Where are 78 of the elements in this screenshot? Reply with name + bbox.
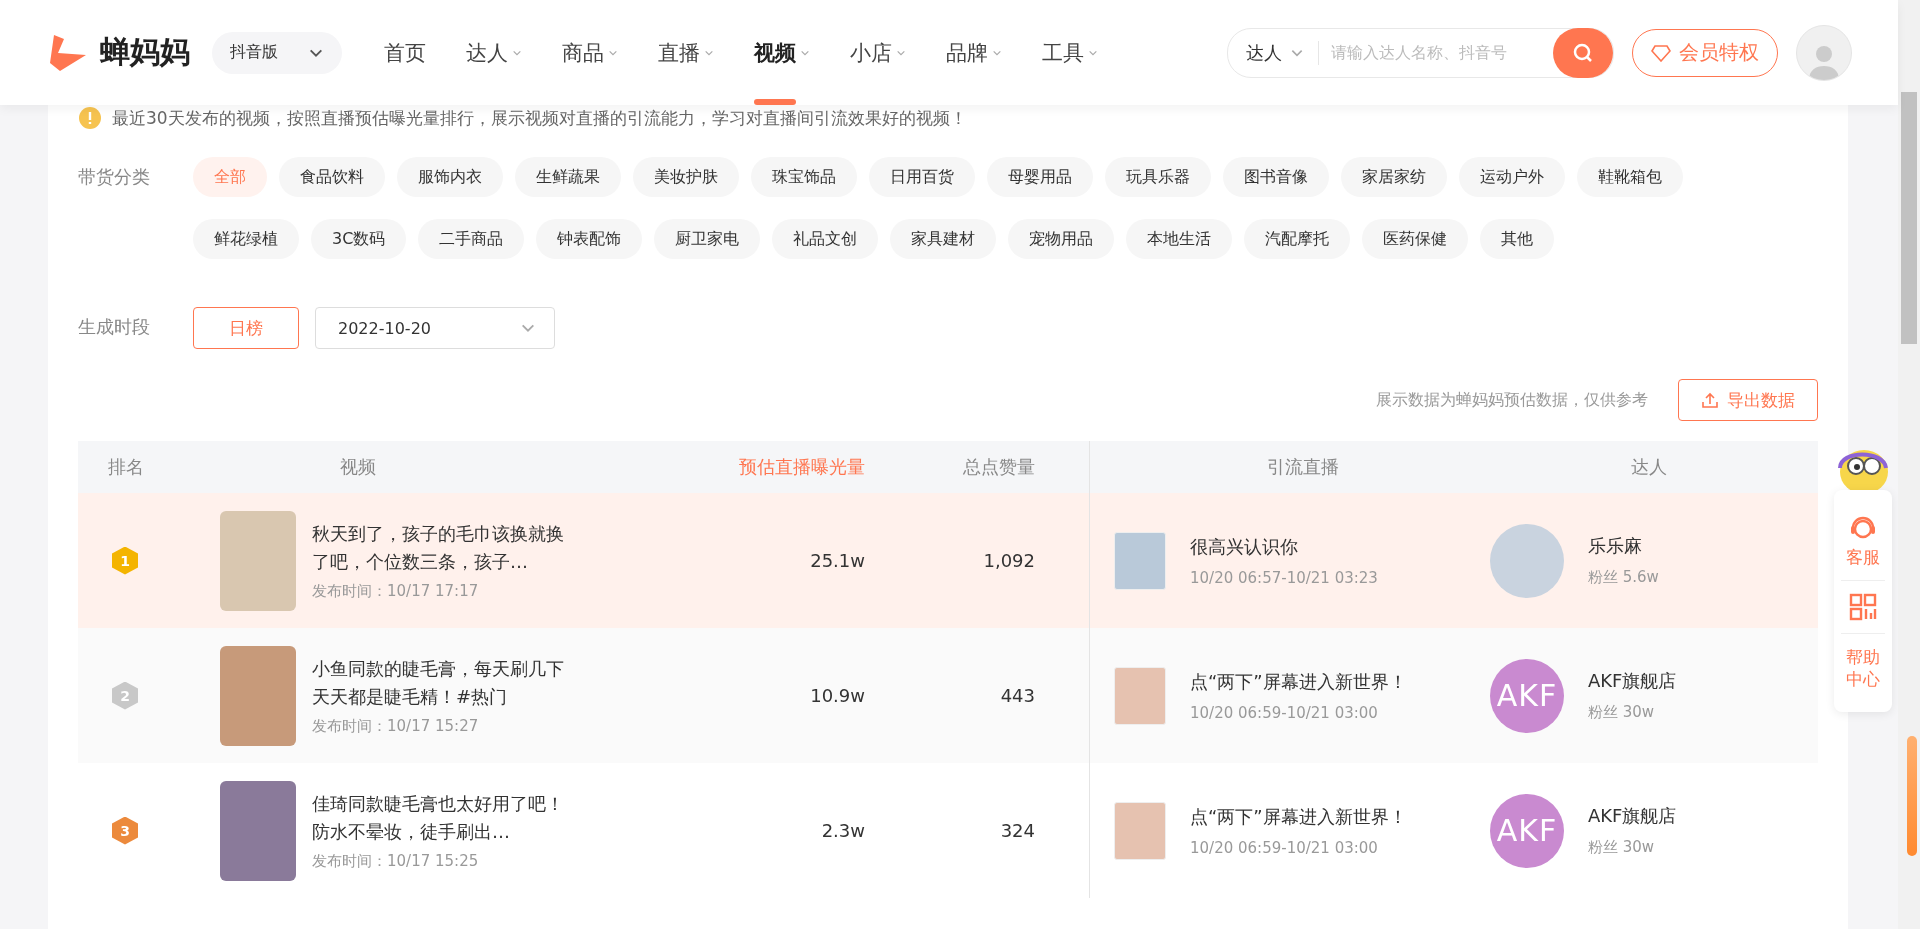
category-chip[interactable]: 钟表配饰 — [536, 219, 643, 259]
influencer-name[interactable]: AKF旗舰店 — [1588, 669, 1677, 693]
category-chip[interactable]: 运动户外 — [1459, 157, 1565, 197]
category-chip[interactable]: 其他 — [1480, 219, 1555, 259]
nav-item[interactable]: 直播 — [638, 0, 734, 105]
exposure-value: 2.3w — [821, 820, 865, 841]
category-chip[interactable]: 珠宝饰品 — [751, 157, 857, 197]
follower-count: 粉丝 30w — [1588, 703, 1656, 722]
platform-dropdown[interactable]: 抖音版 — [212, 31, 342, 74]
category-chip[interactable]: 汽配摩托 — [1244, 219, 1351, 259]
category-chip[interactable]: 3C数码 — [311, 219, 407, 259]
diamond-icon — [1651, 43, 1671, 62]
category-chip[interactable]: 日用百货 — [869, 157, 975, 197]
live-time: 10/20 06:59-10/21 03:00 — [1190, 703, 1379, 722]
category-chip[interactable]: 鞋靴箱包 — [1577, 157, 1683, 197]
category-chip[interactable]: 玩具乐器 — [1105, 157, 1211, 197]
live-time: 10/20 06:59-10/21 03:00 — [1190, 838, 1379, 857]
disclaimer-text: 展示数据为蝉妈妈预估数据，仅供参考 — [1376, 389, 1648, 411]
influencer-name[interactable]: AKF旗舰店 — [1588, 804, 1677, 828]
likes-value: 443 — [1000, 685, 1035, 706]
exposure-value: 25.1w — [810, 550, 865, 571]
live-thumbnail[interactable] — [1114, 666, 1166, 725]
category-chip[interactable]: 厨卫家电 — [654, 219, 761, 259]
likes-value: 324 — [1000, 820, 1035, 841]
nav-item[interactable]: 商品 — [542, 0, 638, 105]
live-title[interactable]: 点“两下”屏幕进入新世界！ — [1190, 804, 1407, 829]
nav-item[interactable]: 视频 — [734, 0, 830, 105]
video-thumbnail[interactable] — [220, 510, 296, 611]
category-chip[interactable]: 服饰内衣 — [397, 157, 503, 197]
category-chip[interactable]: 食品饮料 — [279, 157, 385, 197]
video-title[interactable]: 小鱼同款的睫毛膏，每天刷几下天天都是睫毛精！#热门 — [312, 655, 574, 711]
category-chip[interactable]: 家具建材 — [890, 219, 997, 259]
category-chip[interactable]: 家居家纺 — [1341, 157, 1447, 197]
category-chip[interactable]: 宠物用品 — [1008, 219, 1115, 259]
likes-value: 1,092 — [983, 550, 1035, 571]
video-title[interactable]: 秋天到了，孩子的毛巾该换就换了吧，个位数三条，孩子… — [312, 520, 574, 576]
category-chip[interactable]: 图书音像 — [1223, 157, 1329, 197]
category-chip[interactable]: 生鲜蔬果 — [515, 157, 621, 197]
category-chip[interactable]: 医药保健 — [1362, 219, 1469, 259]
nav-item[interactable]: 小店 — [830, 0, 926, 105]
category-chip[interactable]: 鲜花绿植 — [193, 219, 299, 259]
nav-item[interactable]: 工具 — [1022, 0, 1118, 105]
nav-item[interactable]: 品牌 — [926, 0, 1022, 105]
publish-time: 发布时间：10/17 17:17 — [312, 582, 480, 601]
rank-medal: 1 — [112, 546, 138, 575]
category-chip[interactable]: 本地生活 — [1126, 219, 1233, 259]
live-time: 10/20 06:57-10/21 03:23 — [1190, 568, 1378, 587]
video-title[interactable]: 佳琦同款睫毛膏也太好用了吧！防水不晕妆，徒手刷出… — [312, 790, 574, 846]
scrollbar-thumb[interactable] — [1901, 92, 1917, 344]
video-thumbnail[interactable] — [220, 780, 296, 881]
category-chip[interactable]: 二手商品 — [418, 219, 525, 259]
live-thumbnail[interactable] — [1114, 531, 1166, 590]
category-chip[interactable]: 母婴用品 — [987, 157, 1093, 197]
live-title[interactable]: 点“两下”屏幕进入新世界！ — [1190, 669, 1407, 694]
notice-text: 最近30天发布的视频，按照直播预估曝光量排行，展示视频对直播的引流能力，学习对直播间引流效果好的视频！ — [112, 106, 967, 130]
category-chip[interactable]: 美妆护肤 — [633, 157, 739, 197]
logo-text: 蝉妈妈 — [100, 33, 190, 71]
filter-label: 生成时段 — [78, 315, 151, 339]
filter-label: 带货分类 — [78, 165, 151, 189]
search-icon — [1572, 41, 1594, 64]
exposure-value: 10.9w — [810, 685, 865, 706]
rank-medal: 3 — [112, 816, 138, 845]
upload-icon — [1701, 391, 1719, 409]
category-chip[interactable]: 礼品文创 — [772, 219, 879, 259]
publish-time: 发布时间：10/17 15:25 — [312, 852, 480, 871]
search-button[interactable] — [1553, 27, 1613, 78]
date-dropdown[interactable]: 2022-10-20 — [315, 307, 555, 349]
table-row[interactable]: 1 秋天到了，孩子的毛巾该换就换了吧，个位数三条，孩子… 发布时间：10/17 17:17 25.1w 1,092 很高兴认识你 10/20 06:57-10/21 03:23 乐乐麻 粉丝 5.6w — [78, 493, 1818, 628]
live-thumbnail[interactable] — [1114, 801, 1166, 860]
nav-item[interactable]: 首页 — [364, 0, 446, 105]
influencer-name[interactable]: 乐乐麻 — [1588, 534, 1659, 558]
video-thumbnail[interactable] — [220, 645, 296, 746]
follower-count: 粉丝 5.6w — [1588, 568, 1659, 587]
qr-code-icon — [1849, 593, 1877, 622]
nav-item[interactable]: 达人 — [446, 0, 542, 105]
live-title[interactable]: 很高兴认识你 — [1190, 534, 1378, 559]
follower-count: 粉丝 30w — [1588, 838, 1656, 857]
publish-time: 发布时间：10/17 15:27 — [312, 717, 480, 736]
